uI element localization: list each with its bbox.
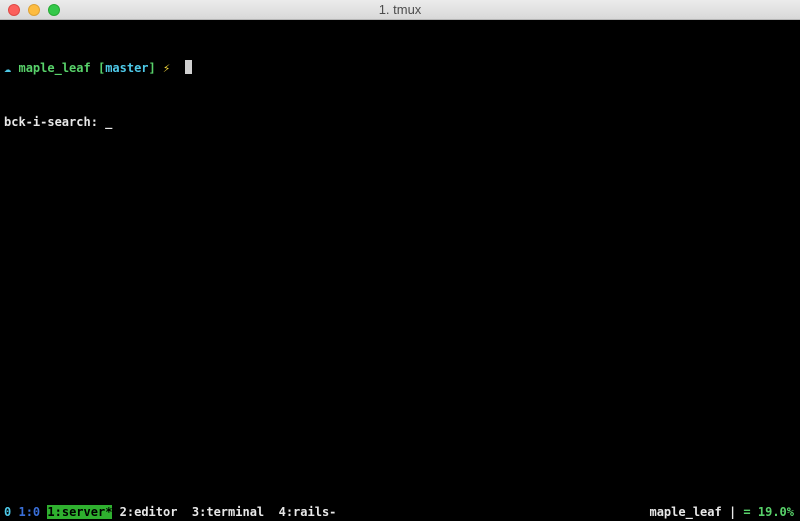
tmux-window-tab-server[interactable]: 1:server* <box>47 505 113 519</box>
title-bar[interactable]: 1. tmux <box>0 0 800 20</box>
branch-bracket-close: ] <box>148 61 156 75</box>
terminal-window: 1. tmux ☁ maple_leaf [master] ⚡ bck-i-se… <box>0 0 800 521</box>
prompt-directory: maple_leaf <box>18 61 91 75</box>
status-separator: | <box>728 505 737 519</box>
window-title: 1. tmux <box>378 2 422 17</box>
tmux-window-tab-editor[interactable]: 2:editor <box>120 505 178 519</box>
tmux-window-tab-terminal[interactable]: 3:terminal <box>192 505 264 519</box>
text-cursor <box>184 60 192 74</box>
prompt-line: ☁ maple_leaf [master] ⚡ <box>4 59 796 77</box>
session-index: 0 <box>4 505 12 519</box>
pane-index: 1:0 <box>18 505 41 519</box>
cloud-icon: ☁ <box>4 61 12 75</box>
prompt-git-branch: master <box>105 61 149 75</box>
lightning-icon: ⚡ <box>163 61 171 75</box>
status-hostname: maple_leaf <box>649 505 722 519</box>
reverse-search-line: bck-i-search: _ <box>4 115 113 129</box>
tmux-status-bar: 0 1:0 1:server* 2:editor 3:terminal 4:ra… <box>0 503 800 521</box>
status-right: maple_leaf | = 19.0% <box>649 503 794 521</box>
tmux-window-tab-rails[interactable]: 4:rails- <box>279 505 337 519</box>
battery-status: = 19.0% <box>743 505 794 519</box>
terminal-pane[interactable]: ☁ maple_leaf [master] ⚡ bck-i-search: _ <box>0 20 800 501</box>
